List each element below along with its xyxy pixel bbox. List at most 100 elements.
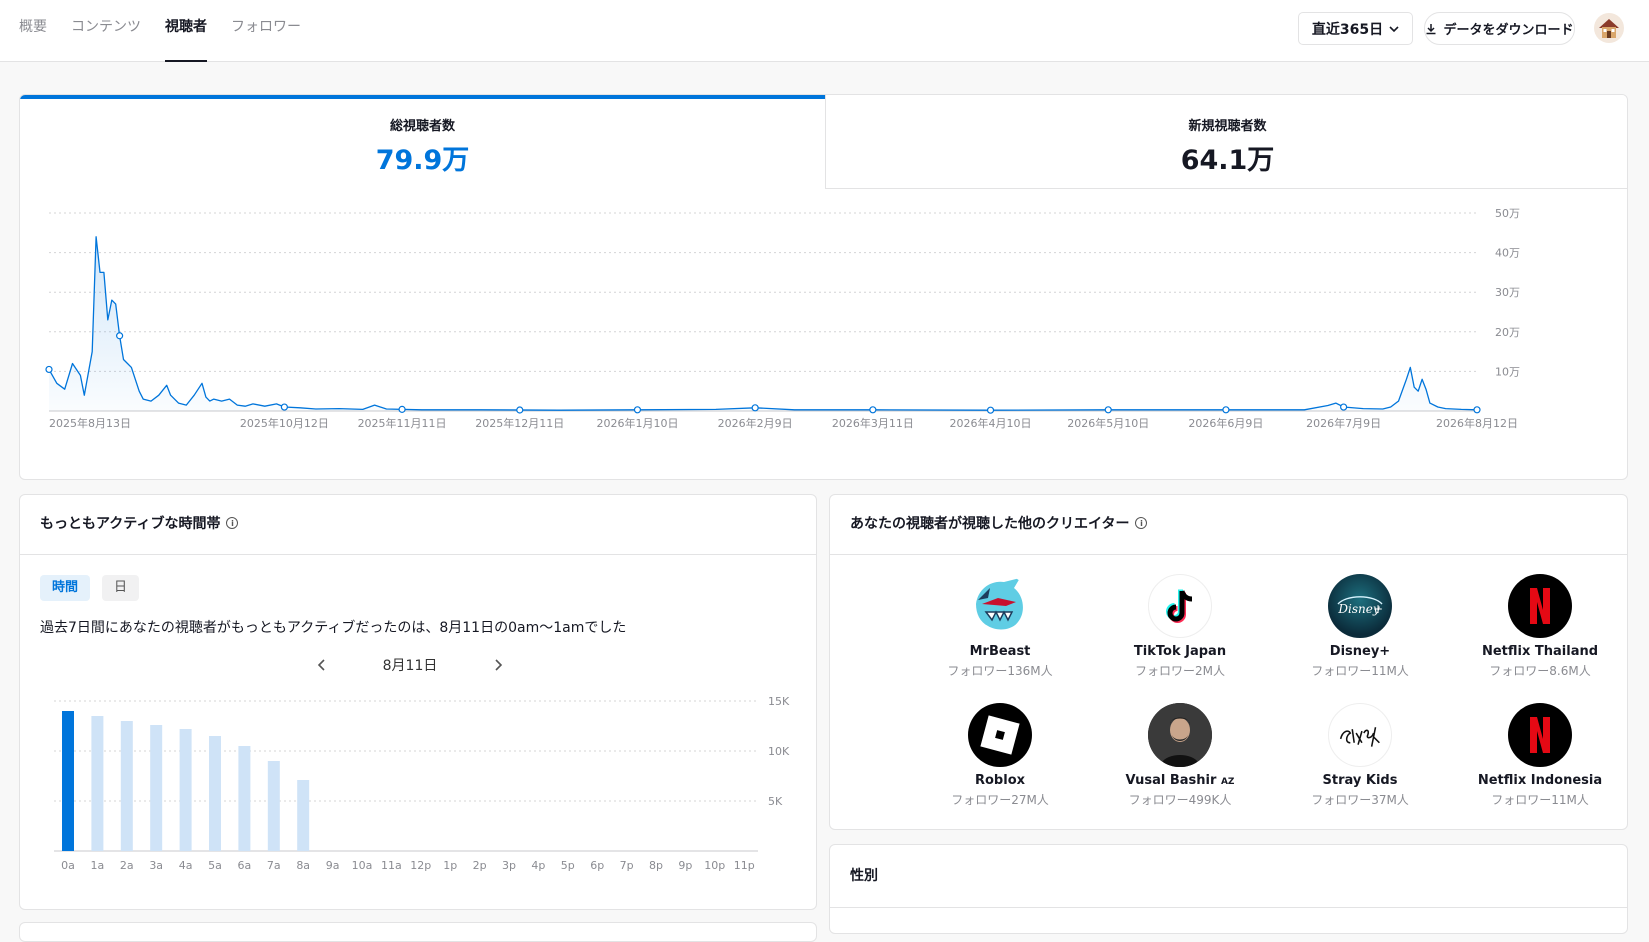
chevron-left-icon[interactable] [310,653,334,677]
viewers-line-chart[interactable]: 10万 20万 30万 40万 50万 2025年8月13日 2025年10月12日 2025… [20,205,1628,445]
gender-card: 性別 [829,844,1628,934]
divider [830,907,1627,908]
most-active-time-card: もっともアクティブな時間帯 i 時間 日 過去7日間にあなたの視聴者がもっともア… [19,494,817,910]
creator-followers: フォロワー136M人 [947,664,1053,678]
creator-followers: フォロワー2M人 [1135,664,1225,678]
x-tick-label: 2026年1月10日 [596,416,678,430]
creator-item[interactable]: Vusal Bashir AZ フォロワー499K人 [1085,703,1275,808]
download-label: データをダウンロード [1443,23,1574,38]
creator-followers: フォロワー27M人 [951,793,1049,807]
new-viewers-label: 新規視聴者数 [1188,119,1267,134]
x-tick-label: 0a [61,859,75,872]
creator-followers: フォロワー11M人 [1311,664,1409,678]
toggle-day[interactable]: 日 [102,575,140,601]
most-active-time-title: もっともアクティブな時間帯 i [40,513,239,533]
hour-bar [120,721,133,851]
series-point [1104,406,1112,414]
hour-bar [62,711,74,851]
tab-followers[interactable]: フォロワー [231,0,301,62]
x-tick-label: 2025年10月12日 [240,416,329,430]
other-creators-title-text: あなたの視聴者が視聴した他のクリエイター [850,516,1130,532]
x-tick-label: 6p [590,859,604,872]
series-area [49,236,1477,411]
viewers-overview-card: 総視聴者数 79.9万 新規視聴者数 64.1万 10万 20万 30万 40万 50万… [19,94,1628,480]
creator-name: MrBeast [969,644,1031,659]
info-icon[interactable]: i [1135,517,1148,529]
svg-text:+: + [1373,602,1383,616]
hour-bar [91,716,104,851]
chevron-down-icon [1389,25,1399,32]
x-tick-label: 2026年2月9日 [718,416,793,430]
download-data-button[interactable]: データをダウンロード [1424,12,1575,45]
hour-bar [209,736,221,851]
creator-item[interactable]: Stray Kids フォロワー37M人 [1265,703,1455,808]
hourly-activity-bar-chart[interactable]: 5K 10K 15K 0a 1a 2a 3a 4a 5a 6a 7a 8a 9a 10a 11a 12p 1p 2… [20,685,818,905]
creator-item[interactable]: Netflix Indonesia フォロワー11M人 [1445,703,1635,808]
x-tick-label: 2p [473,859,487,872]
creator-item[interactable]: MrBeast フォロワー136M人 [905,574,1095,679]
creator-item[interactable]: TikTok Japan フォロワー2M人 [1085,574,1275,679]
y-tick-label: 10K [768,745,790,758]
creator-followers: フォロワー499K人 [1128,793,1232,807]
x-tick-label: 11p [734,859,755,872]
x-tick-label: 9p [678,859,692,872]
toggle-hour[interactable]: 時間 [40,575,91,601]
gender-title: 性別 [850,865,878,885]
creator-name: Vusal Bashir AZ [1125,773,1235,788]
x-tick-label: 1p [443,859,457,872]
x-tick-label: 7p [620,859,634,872]
series-point [1222,406,1230,414]
total-viewers-label: 総視聴者数 [389,119,455,134]
x-tick-label: 2026年3月11日 [832,416,914,430]
x-tick-label: 3a [149,859,163,872]
date-range-dropdown[interactable]: 直近365日 [1298,12,1413,45]
active-time-summary: 過去7日間にあなたの視聴者がもっともアクティブだったのは、8月11日の0am〜1… [40,620,627,636]
x-tick-label: 7a [267,859,281,872]
user-avatar[interactable] [1594,13,1624,43]
series-point [116,332,124,340]
tab-overview[interactable]: 概要 [19,0,47,62]
date-label: 8月11日 [382,658,438,674]
series-point [280,403,288,411]
x-tick-label: 4a [179,859,193,872]
top-navigation-bar: 概要 コンテンツ 視聴者 フォロワー 直近365日 データをダウンロード [0,0,1649,62]
person-avatar-icon [1148,703,1212,767]
x-tick-label: 2026年7月9日 [1306,416,1381,430]
download-icon [1426,23,1436,34]
y-tick-label: 40万 [1495,247,1520,260]
total-viewers-metric[interactable]: 総視聴者数 79.9万 [20,95,825,189]
creator-name: Disney+ [1329,644,1391,659]
disney-plus-logo-icon: Disney + [1328,574,1392,638]
series-point [986,406,995,414]
tab-content[interactable]: コンテンツ [71,0,141,62]
creator-item[interactable]: Roblox フォロワー27M人 [905,703,1095,808]
total-viewers-value: 79.9万 [375,145,470,176]
creator-item[interactable]: Netflix Thailand フォロワー8.6M人 [1445,574,1635,679]
x-tick-label: 2025年11月11日 [358,416,447,430]
tiktok-logo-icon [1148,574,1212,638]
creator-badge: AZ [1220,777,1235,787]
tab-viewers[interactable]: 視聴者 [165,0,207,62]
y-tick-label: 30万 [1495,286,1520,299]
series-point [633,406,642,414]
analytics-tabs: 概要 コンテンツ 視聴者 フォロワー [19,0,325,62]
info-icon[interactable]: i [226,517,239,529]
next-card-edge [19,922,817,942]
x-tick-label: 8a [296,859,310,872]
creator-name: Stray Kids [1322,773,1398,788]
creator-item[interactable]: Disney + Disney+ フォロワー11M人 [1265,574,1455,679]
hour-bar [238,746,251,851]
series-point [869,406,877,414]
roblox-logo-icon [968,703,1032,767]
chevron-right-icon[interactable] [486,653,510,677]
y-tick-label: 50万 [1495,207,1520,220]
series-point [1340,403,1348,411]
x-tick-label: 5p [561,859,575,872]
new-viewers-metric[interactable]: 新規視聴者数 64.1万 [825,95,1627,189]
y-tick-label: 15K [768,695,790,708]
x-tick-label: 12p [410,859,431,872]
x-tick-label: 4p [531,859,545,872]
creator-followers: フォロワー11M人 [1491,793,1589,807]
date-navigator: 8月11日 [310,653,510,677]
series-point [45,365,53,374]
